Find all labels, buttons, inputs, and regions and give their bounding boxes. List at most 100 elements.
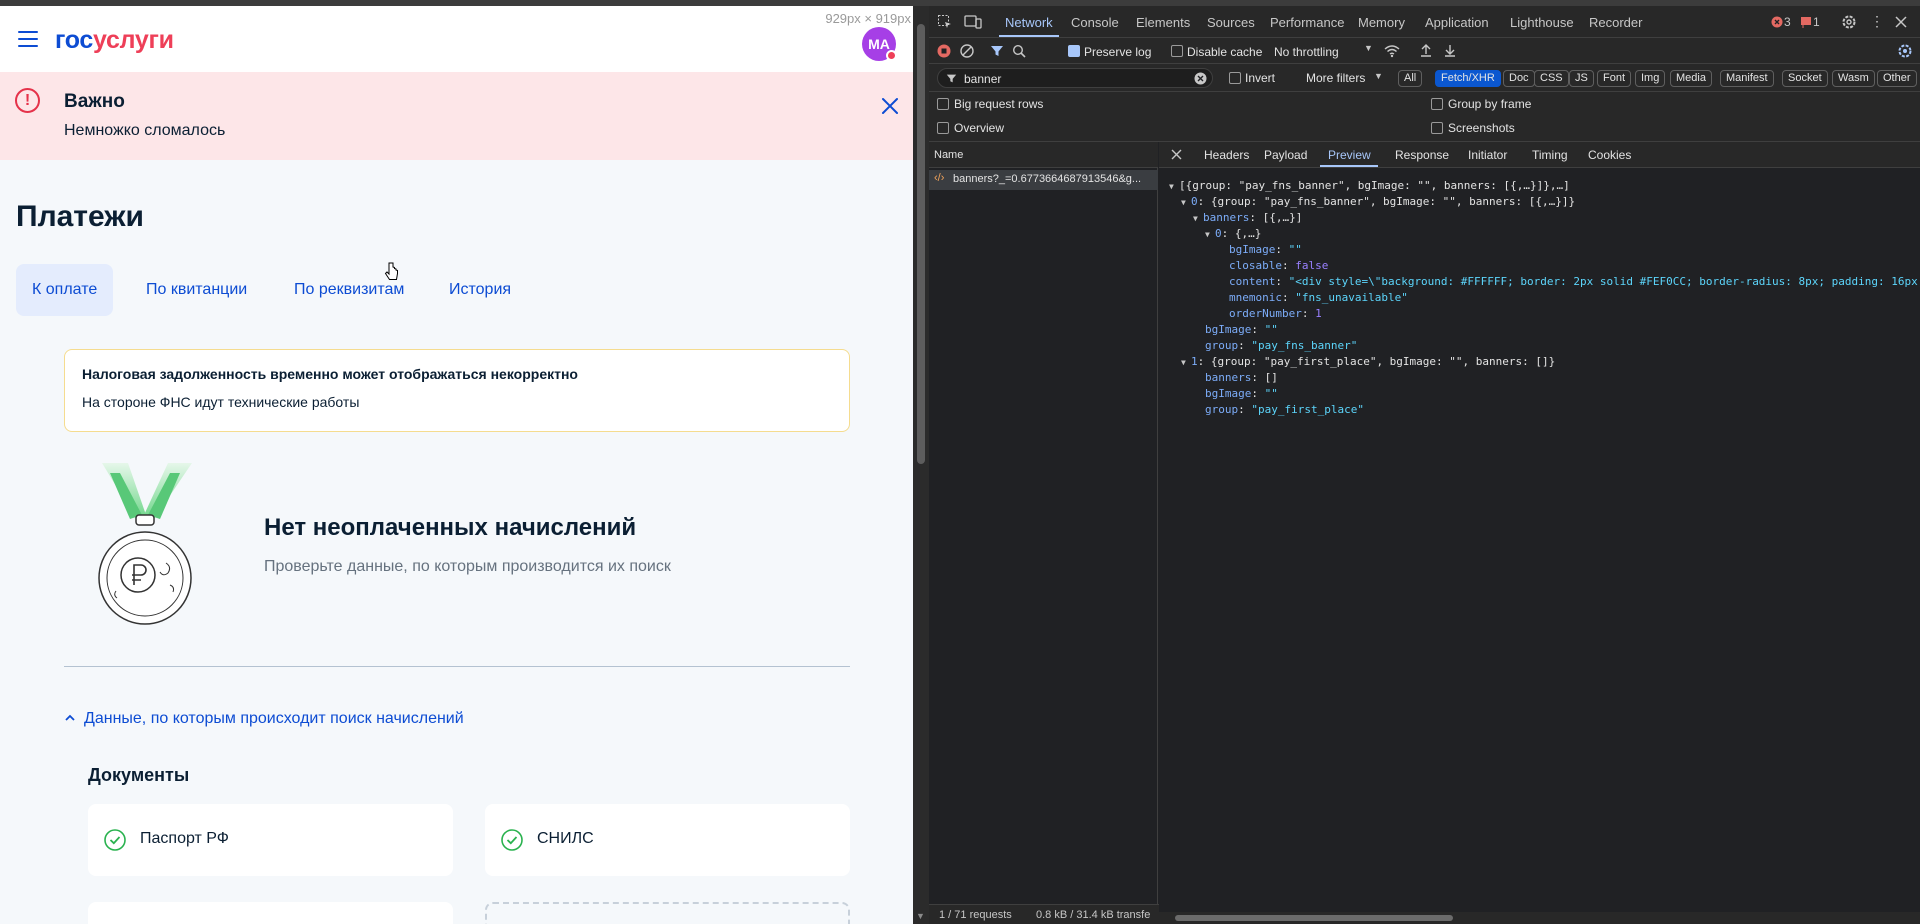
tab-history[interactable]: История — [433, 264, 527, 316]
error-icon[interactable] — [1771, 16, 1783, 28]
inspect-element-icon[interactable] — [937, 14, 953, 30]
preview-row: closable: false — [1229, 259, 1329, 272]
overview-label: Overview — [954, 121, 1005, 135]
ruble-medal-illustration — [98, 463, 192, 625]
tab-memory[interactable]: Memory — [1358, 15, 1405, 30]
add-document-card[interactable] — [485, 902, 850, 924]
alert-exclamation-icon: ! — [15, 88, 40, 113]
tab-timing[interactable]: Timing — [1532, 148, 1568, 162]
tab-recorder[interactable]: Recorder — [1589, 15, 1642, 30]
type-filter-font[interactable]: Font — [1597, 70, 1632, 87]
type-filter-img[interactable]: Img — [1635, 70, 1666, 87]
check-circle-icon — [501, 829, 523, 851]
close-icon[interactable] — [877, 93, 903, 119]
invert-checkbox[interactable] — [1229, 72, 1241, 84]
preview-row: banners: [] — [1205, 371, 1278, 384]
type-filter-manifest[interactable]: Manifest — [1720, 70, 1774, 87]
document-card-snils[interactable]: СНИЛС — [485, 804, 850, 876]
tab-network[interactable]: Network — [1005, 15, 1053, 30]
screenshots-label: Screenshots — [1448, 121, 1515, 135]
throttling-select[interactable]: No throttling — [1274, 45, 1339, 59]
type-filter-fetch-xhr[interactable]: Fetch/XHR — [1435, 70, 1501, 87]
close-detail-icon[interactable] — [1171, 149, 1182, 160]
menu-icon[interactable] — [18, 31, 38, 47]
type-filter-js[interactable]: JS — [1569, 70, 1594, 87]
document-card-passport[interactable]: Паспорт РФ — [88, 804, 453, 876]
request-row[interactable]: ‹/› banners?_=0.6773664687913546&g... — [929, 170, 1158, 190]
preserve-log-checkbox[interactable] — [1068, 45, 1080, 57]
chevron-down-icon[interactable]: ▼ — [1374, 71, 1383, 81]
clear-icon[interactable] — [960, 44, 974, 58]
tab-console[interactable]: Console — [1071, 15, 1119, 30]
type-filter-wasm[interactable]: Wasm — [1832, 70, 1875, 87]
type-filter-doc[interactable]: Doc — [1503, 70, 1535, 87]
tab-sources[interactable]: Sources — [1207, 15, 1255, 30]
screenshots-checkbox[interactable] — [1431, 122, 1443, 134]
issue-flag-icon[interactable] — [1800, 16, 1812, 28]
settings-gear-icon[interactable] — [1841, 14, 1857, 30]
device-toolbar-icon[interactable] — [964, 14, 982, 30]
tab-response[interactable]: Response — [1395, 148, 1449, 162]
type-filter-other[interactable]: Other — [1877, 70, 1917, 87]
record-stop-icon[interactable] — [937, 44, 951, 58]
preview-row[interactable]: ▼ banners: [{,…}] — [1193, 210, 1302, 227]
viewport-scrollbar[interactable]: ▼ — [913, 6, 929, 924]
preview-horizontal-scrollbar[interactable] — [1159, 912, 1920, 924]
network-settings-icon[interactable] — [1897, 43, 1913, 59]
preview-row[interactable]: ▼ 0: {group: "pay_fns_banner", bgImage: "… — [1181, 194, 1575, 211]
tab-cookies[interactable]: Cookies — [1588, 148, 1631, 162]
name-header-label: Name — [934, 149, 964, 161]
issue-count[interactable]: 1 — [1813, 15, 1820, 29]
more-filters-dropdown[interactable]: More filters — [1306, 71, 1365, 85]
type-filter-media[interactable]: Media — [1670, 70, 1712, 87]
close-devtools-icon[interactable] — [1895, 16, 1907, 28]
tab-performance[interactable]: Performance — [1270, 15, 1344, 30]
preview-row: content: "<div style=\"background: #FFFF… — [1229, 275, 1920, 288]
preview-row[interactable]: ▼ 0: {,…} — [1205, 226, 1261, 243]
invert-label: Invert — [1245, 71, 1276, 85]
tab-initiator[interactable]: Initiator — [1468, 148, 1507, 162]
tab-to-pay[interactable]: К оплате — [16, 264, 114, 316]
group-by-frame-checkbox[interactable] — [1431, 98, 1443, 110]
export-har-icon[interactable] — [1443, 43, 1457, 58]
search-icon[interactable] — [1012, 44, 1026, 58]
options-row-1: Big request rows Group by frame — [929, 92, 1920, 116]
big-request-rows-checkbox[interactable] — [937, 98, 949, 110]
tab-lighthouse[interactable]: Lighthouse — [1510, 15, 1574, 30]
preview-row: group: "pay_fns_banner" — [1205, 339, 1358, 352]
tab-application[interactable]: Application — [1425, 15, 1489, 30]
scrollbar-thumb[interactable] — [1175, 915, 1453, 921]
preview-row[interactable]: ▼ 1: {group: "pay_first_place", bgImage: … — [1181, 354, 1555, 371]
preview-root-row[interactable]: ▼ [{group: "pay_fns_banner", bgImage: "",… — [1169, 178, 1570, 195]
type-filter-socket[interactable]: Socket — [1782, 70, 1828, 87]
import-har-icon[interactable] — [1419, 43, 1433, 58]
error-count[interactable]: 3 — [1784, 15, 1791, 29]
request-detail-tabs: Headers Payload Preview Response Initiat… — [1159, 142, 1920, 168]
filter-input[interactable]: banner — [937, 68, 1213, 88]
search-data-toggle[interactable]: Данные, по которым происходит поиск начи… — [62, 710, 464, 728]
tab-preview[interactable]: Preview — [1328, 148, 1371, 162]
document-card-partial[interactable] — [88, 902, 453, 924]
more-vertical-icon[interactable]: ⋮ — [1870, 13, 1884, 30]
tab-payload[interactable]: Payload — [1264, 148, 1307, 162]
scroll-down-arrow-icon[interactable]: ▼ — [916, 911, 925, 921]
preview-row: group: "pay_first_place" — [1205, 403, 1364, 416]
network-conditions-icon[interactable] — [1384, 44, 1400, 58]
type-filter-all[interactable]: All — [1398, 70, 1423, 87]
overview-checkbox[interactable] — [937, 122, 949, 134]
important-alert — [0, 72, 913, 160]
tab-by-receipt[interactable]: По квитанции — [130, 264, 263, 316]
site-logo[interactable]: госуслуги — [55, 26, 174, 55]
json-preview: ▼ [{group: "pay_fns_banner", bgImage: "",… — [1159, 168, 1920, 908]
tab-headers[interactable]: Headers — [1204, 148, 1249, 162]
scrollbar-thumb[interactable] — [917, 24, 925, 464]
big-request-rows-label: Big request rows — [954, 97, 1044, 111]
clear-filter-icon[interactable] — [1194, 72, 1207, 85]
name-column-header[interactable]: Name — [929, 142, 1158, 168]
chevron-down-icon[interactable]: ▼ — [1364, 43, 1373, 53]
filter-icon[interactable] — [990, 44, 1004, 58]
disable-cache-checkbox[interactable] — [1171, 45, 1183, 57]
request-count: 1 / 71 requests — [939, 909, 1012, 921]
type-filter-css[interactable]: CSS — [1534, 70, 1569, 87]
tab-elements[interactable]: Elements — [1136, 15, 1190, 30]
